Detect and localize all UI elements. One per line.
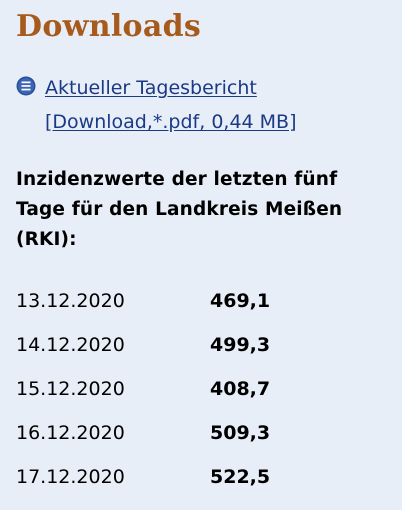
incidence-value: 499,3 bbox=[210, 334, 271, 356]
download-meta[interactable]: [Download,*.pdf, 0,44 MB] bbox=[45, 105, 297, 139]
incidence-value: 522,5 bbox=[210, 466, 271, 488]
incidence-value: 408,7 bbox=[210, 378, 271, 400]
incidence-intro-line: (RKI): bbox=[16, 229, 77, 250]
incidence-value: 509,3 bbox=[210, 422, 271, 444]
incidence-date: 14.12.2020 bbox=[16, 334, 125, 356]
section-heading: Downloads bbox=[16, 9, 202, 44]
incidence-intro-line: Tage für den Landkreis Meißen bbox=[16, 199, 343, 220]
incidence-intro-line: Inzidenzwerte der letzten fünf bbox=[16, 169, 338, 190]
download-title[interactable]: Aktueller Tagesbericht bbox=[45, 71, 297, 105]
incidence-date: 15.12.2020 bbox=[16, 378, 125, 400]
incidence-date: 16.12.2020 bbox=[16, 422, 125, 444]
document-list-icon bbox=[16, 76, 36, 96]
incidence-value: 469,1 bbox=[210, 290, 271, 312]
downloads-panel: Downloads Aktueller Tagesbericht [Downlo… bbox=[0, 0, 402, 510]
download-link[interactable]: Aktueller Tagesbericht [Download,*.pdf, … bbox=[45, 71, 297, 139]
incidence-date: 17.12.2020 bbox=[16, 466, 125, 488]
incidence-intro: Inzidenzwerte der letzten fünf Tage für … bbox=[16, 165, 400, 255]
incidence-date: 13.12.2020 bbox=[16, 290, 125, 312]
